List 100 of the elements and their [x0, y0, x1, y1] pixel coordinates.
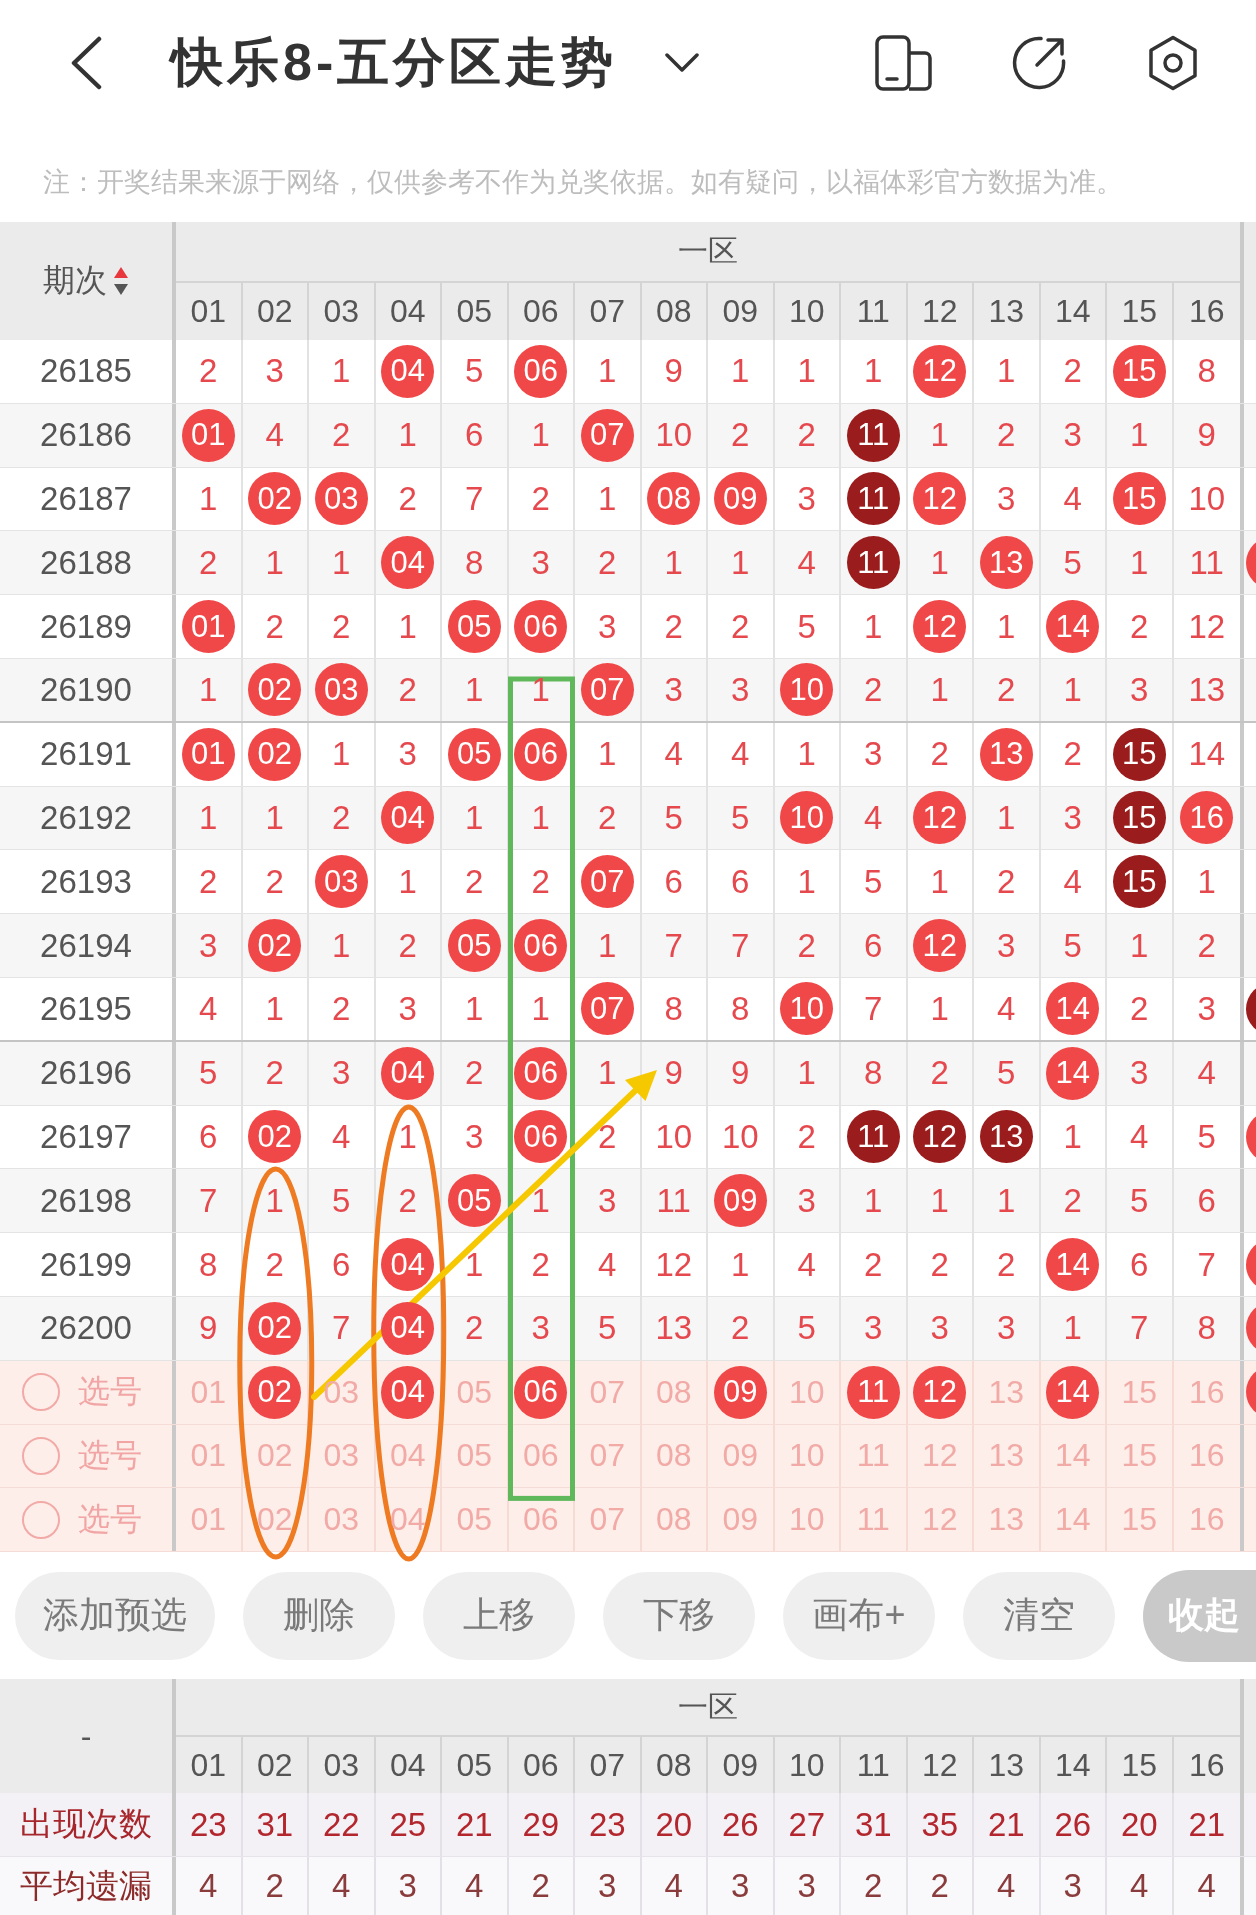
device-icon[interactable]: [875, 34, 933, 91]
number-option[interactable]: 03: [323, 1373, 360, 1411]
number-option[interactable]: 05: [456, 1373, 493, 1411]
number-option[interactable]: 02: [256, 1437, 293, 1475]
number-option[interactable]: 09: [713, 1365, 767, 1419]
number-option[interactable]: 14: [1046, 1365, 1100, 1419]
table-cell: 6: [465, 416, 484, 455]
table-cell: 1: [731, 352, 750, 391]
back-icon[interactable]: [69, 35, 103, 90]
column-header: 16: [1187, 1745, 1226, 1785]
table-cell: 2: [265, 607, 284, 646]
number-option[interactable]: 04: [381, 1365, 435, 1419]
number-option[interactable]: 10: [788, 1501, 825, 1539]
number-option[interactable]: 11: [856, 1437, 890, 1475]
number-option[interactable]: 06: [522, 1501, 559, 1539]
number-option[interactable]: 13: [988, 1501, 1025, 1539]
number-option[interactable]: 07: [589, 1437, 626, 1475]
table-cell: 2: [864, 1867, 883, 1906]
number-option[interactable]: 04: [389, 1437, 426, 1475]
number-option[interactable]: 15: [1121, 1437, 1158, 1475]
number-option[interactable]: 12: [921, 1437, 958, 1475]
circle-arrow-icon[interactable]: [1011, 34, 1067, 91]
number-option[interactable]: 09: [722, 1501, 759, 1539]
number-option[interactable]: 13: [988, 1373, 1025, 1411]
table-cell: 20: [1120, 1805, 1158, 1844]
number-option[interactable]: 05: [456, 1437, 493, 1475]
table-cell: 1: [797, 352, 816, 391]
number-option[interactable]: 14: [1054, 1437, 1091, 1475]
number-option[interactable]: 03: [323, 1437, 360, 1475]
table-cell: 1: [265, 798, 284, 837]
number-option[interactable]: 10: [788, 1437, 825, 1475]
number-option[interactable]: 02: [256, 1501, 293, 1539]
number-option[interactable]: 04: [389, 1501, 426, 1539]
table-cell: 3: [398, 1867, 417, 1906]
number-option[interactable]: 09: [722, 1437, 759, 1475]
radio-button[interactable]: [22, 1373, 60, 1412]
table-cell: 1: [199, 798, 218, 837]
radio-label[interactable]: 选号: [78, 1433, 142, 1478]
table-cell: 3: [598, 607, 617, 646]
action-button[interactable]: 下移: [603, 1571, 755, 1660]
table-cell: 5: [199, 1054, 218, 1093]
sort-icon[interactable]: [113, 266, 129, 296]
number-option[interactable]: 07: [589, 1501, 626, 1539]
action-button[interactable]: 添加预选: [15, 1571, 215, 1660]
number-ball: 02: [248, 1301, 302, 1355]
number-ball: 12: [913, 1110, 967, 1164]
table-cell: 5: [332, 1181, 351, 1220]
number-option[interactable]: 08: [655, 1373, 692, 1411]
table-cell: 1: [465, 1245, 484, 1284]
number-option[interactable]: 05: [456, 1501, 493, 1539]
action-button[interactable]: 上移: [423, 1571, 575, 1660]
table-cell: 1: [1063, 1309, 1082, 1348]
table-cell: 2: [930, 1245, 949, 1284]
radio-label[interactable]: 选号: [78, 1497, 142, 1542]
action-button[interactable]: 画布+: [783, 1571, 935, 1660]
number-option[interactable]: 14: [1054, 1501, 1091, 1539]
number-option[interactable]: 12: [921, 1501, 958, 1539]
table-cell: 3: [598, 1867, 617, 1906]
number-option[interactable]: 02: [248, 1365, 302, 1419]
table-cell: 23: [588, 1805, 626, 1844]
number-ball: 13: [979, 1110, 1033, 1164]
number-option[interactable]: 12: [913, 1365, 967, 1419]
table-cell: 8: [465, 543, 484, 582]
number-option[interactable]: 08: [655, 1501, 692, 1539]
table-cell: 5: [864, 862, 883, 901]
number-option[interactable]: 13: [988, 1437, 1025, 1475]
radio-label[interactable]: 选号: [78, 1370, 142, 1415]
number-option[interactable]: 06: [522, 1437, 559, 1475]
table-cell: 2: [864, 670, 883, 709]
table-cell: 2: [398, 670, 417, 709]
number-option[interactable]: 06: [514, 1365, 568, 1419]
number-option[interactable]: 15: [1121, 1373, 1158, 1411]
number-option[interactable]: 08: [655, 1437, 692, 1475]
number-option[interactable]: 01: [190, 1437, 227, 1475]
number-option[interactable]: 11: [846, 1365, 900, 1419]
number-option[interactable]: 16: [1188, 1501, 1225, 1539]
radio-button[interactable]: [22, 1436, 60, 1475]
number-option[interactable]: 10: [788, 1373, 825, 1411]
table-cell: 2: [465, 862, 484, 901]
number-option[interactable]: 01: [190, 1501, 227, 1539]
number-option[interactable]: 03: [323, 1501, 360, 1539]
number-option[interactable]: 16: [1188, 1437, 1225, 1475]
table-cell: 1: [797, 735, 816, 774]
table-cell: 4: [997, 1867, 1016, 1906]
radio-button[interactable]: [22, 1500, 60, 1539]
action-button[interactable]: 删除: [243, 1571, 395, 1660]
number-option[interactable]: 16: [1188, 1373, 1225, 1411]
number-ball: 01: [181, 408, 235, 462]
table-cell: 1: [265, 543, 284, 582]
number-option[interactable]: 11: [856, 1501, 890, 1539]
table-cell: 3: [1063, 798, 1082, 837]
table-cell: 1: [265, 1181, 284, 1220]
number-option[interactable]: 07: [589, 1373, 626, 1411]
number-option[interactable]: 01: [190, 1373, 227, 1411]
number-ball: 02: [248, 1110, 302, 1164]
table-cell: 1: [731, 1245, 750, 1284]
number-option[interactable]: 15: [1121, 1501, 1158, 1539]
column-header[interactable]: 期次: [43, 259, 107, 303]
action-button[interactable]: 清空: [963, 1571, 1115, 1660]
table-cell: 2: [531, 1245, 550, 1284]
